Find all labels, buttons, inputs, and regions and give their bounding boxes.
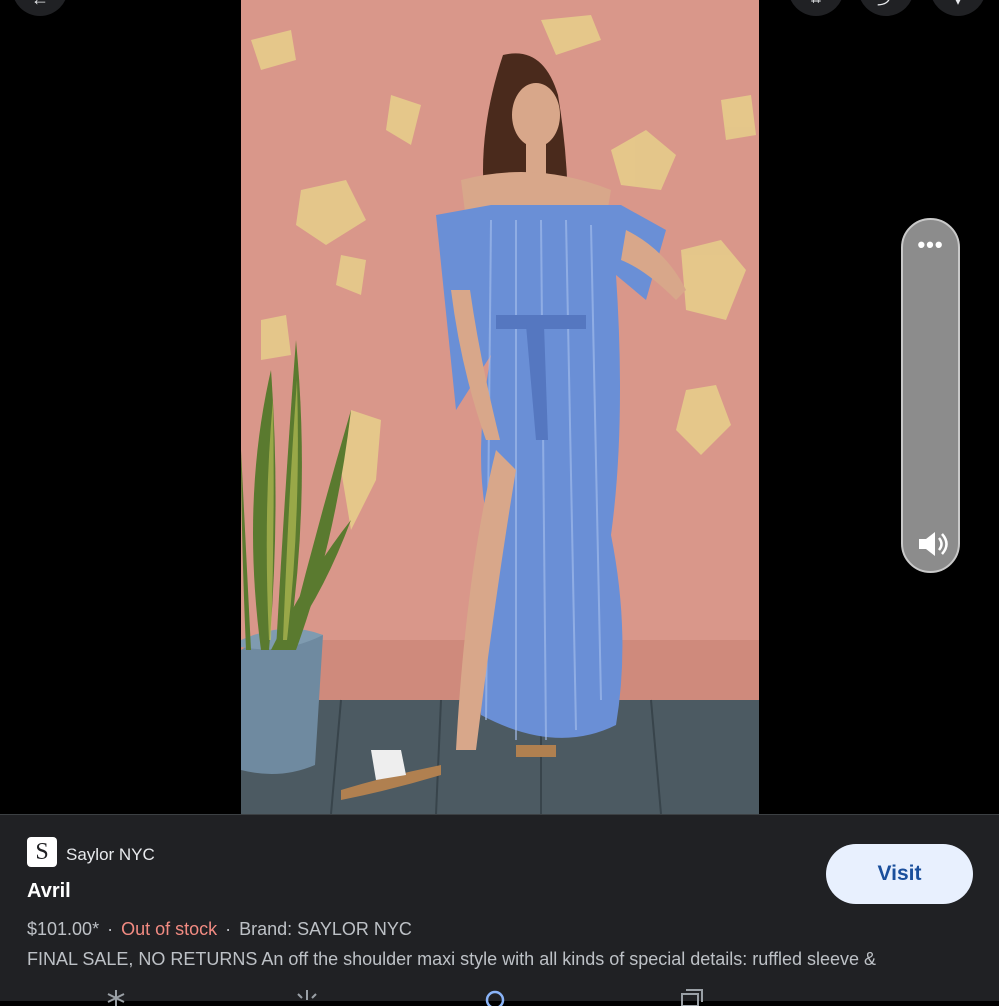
speaker-icon[interactable] <box>915 527 949 561</box>
save-button[interactable]: ▾ <box>930 0 986 16</box>
meta-separator: · <box>107 919 114 939</box>
bottom-nav <box>0 972 999 1006</box>
product-price: $101.00* <box>27 919 100 939</box>
product-photo-illustration <box>241 0 759 814</box>
product-brand: Brand: SAYLOR NYC <box>239 919 412 939</box>
product-description: FINAL SALE, NO RETURNS An off the should… <box>27 949 877 969</box>
bookmark-icon: ▾ <box>953 0 962 10</box>
share-icon: ⤴ <box>877 0 895 10</box>
merchant-name: Saylor NYC <box>66 845 155 864</box>
meta-separator: · <box>225 919 232 939</box>
product-title: Avril <box>27 880 71 902</box>
volume-slider[interactable]: ••• <box>901 218 960 573</box>
sparkle-icon[interactable] <box>292 986 322 1006</box>
product-image[interactable] <box>241 0 759 814</box>
arrow-left-icon: ← <box>31 0 49 10</box>
lens-button[interactable]: ⌗ <box>788 0 844 16</box>
discover-icon[interactable] <box>101 986 131 1006</box>
share-button[interactable]: ⤴ <box>858 0 914 16</box>
merchant-logo: S <box>27 837 57 867</box>
search-icon[interactable] <box>480 986 510 1006</box>
lens-icon: ⌗ <box>811 0 821 10</box>
visit-button[interactable]: Visit <box>826 844 973 904</box>
volume-menu-button[interactable]: ••• <box>903 234 958 256</box>
collections-icon[interactable] <box>676 986 706 1006</box>
back-button[interactable]: ← <box>12 0 68 16</box>
stock-status: Out of stock <box>121 919 218 939</box>
product-meta: $101.00* · Out of stock · Brand: SAYLOR NYC <box>27 919 412 940</box>
